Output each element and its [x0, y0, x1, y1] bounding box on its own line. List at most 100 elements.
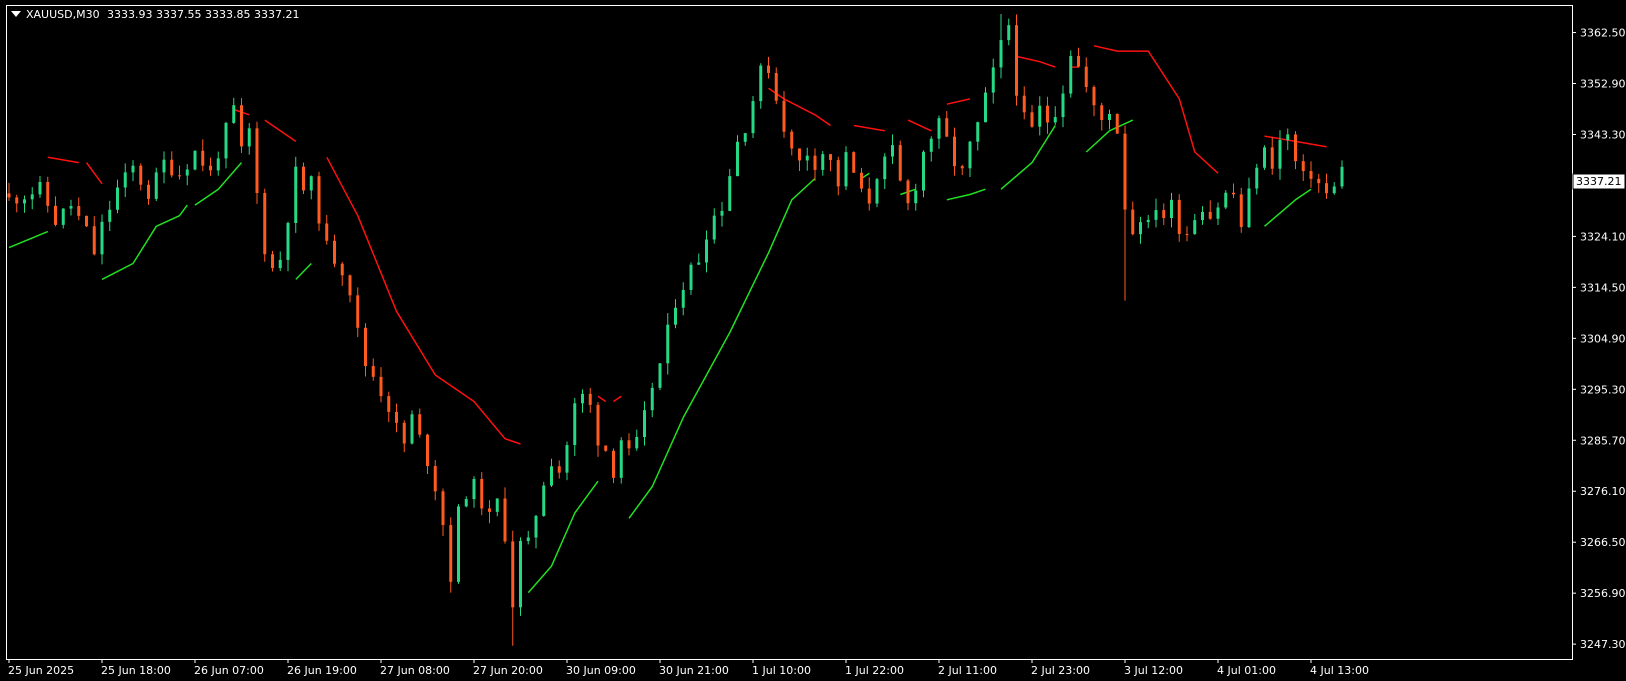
- candle-body: [898, 145, 902, 181]
- candle-body: [1247, 188, 1251, 228]
- x-tick-label: 4 Jul 01:00: [1217, 664, 1276, 677]
- candle-body: [519, 540, 522, 608]
- chart-header: XAUUSD,M30 3333.93 3337.55 3333.85 3337.…: [11, 8, 299, 21]
- candle-body: [891, 145, 894, 157]
- candle-body: [302, 166, 305, 191]
- candle-body: [604, 445, 608, 451]
- candle-body: [1270, 147, 1274, 169]
- candle-body: [1053, 117, 1057, 123]
- bear-candle: [240, 98, 243, 153]
- candle-body: [860, 172, 863, 189]
- chart-window: 3362.503352.903343.303333.703324.103314.…: [0, 0, 1626, 681]
- candle-body: [906, 180, 910, 204]
- candle-body: [503, 498, 507, 542]
- candle-body: [844, 152, 848, 187]
- candle-body: [333, 240, 336, 264]
- candle-body: [271, 254, 274, 269]
- candle-body: [1224, 192, 1228, 208]
- candle-body: [418, 414, 422, 435]
- bull-candle: [1069, 50, 1073, 98]
- candle-body: [929, 138, 933, 152]
- candle-body: [77, 206, 81, 216]
- bull-candle: [875, 177, 879, 208]
- y-tick-label: 3276.10: [1580, 485, 1626, 498]
- candle-body: [767, 65, 770, 73]
- candle-body: [984, 92, 987, 123]
- ohlc-values: 3333.93 3337.55 3333.85 3337.21: [107, 8, 299, 21]
- candle-body: [309, 176, 313, 191]
- candle-body: [23, 199, 26, 204]
- candle-body: [1208, 211, 1212, 219]
- candle-body: [1022, 95, 1026, 113]
- candle-body: [224, 122, 228, 159]
- y-tick-label: 3285.70: [1580, 434, 1626, 447]
- y-tick-label: 3304.90: [1580, 332, 1626, 345]
- candle-body: [596, 404, 600, 446]
- candle-body: [1340, 166, 1344, 187]
- candle-body: [852, 152, 856, 173]
- bull-candle: [410, 410, 414, 445]
- candle-body: [340, 263, 344, 276]
- candle-body: [1301, 161, 1305, 172]
- candle-body: [162, 159, 166, 173]
- candle-body: [402, 422, 406, 444]
- candle-body: [813, 155, 817, 170]
- candle-body: [581, 393, 584, 404]
- x-tick-label: 25 Jun 18:00: [101, 664, 171, 677]
- candle-body: [619, 440, 623, 478]
- candle-body: [1232, 192, 1235, 195]
- candle-body: [1139, 222, 1142, 235]
- candle-body: [1201, 211, 1204, 221]
- candle-body: [1332, 186, 1336, 194]
- candle-body: [875, 179, 879, 204]
- candle-body: [495, 498, 499, 512]
- candle-body: [464, 499, 468, 507]
- candle-body: [945, 118, 949, 137]
- candle-body: [193, 150, 197, 170]
- candle-body: [627, 440, 631, 449]
- y-tick-label: 3266.50: [1580, 536, 1626, 549]
- candle-body: [7, 193, 11, 198]
- candle-body: [1038, 105, 1042, 127]
- bear-candle: [263, 188, 267, 262]
- bear-candle: [449, 517, 453, 593]
- candle-body: [1255, 167, 1259, 189]
- candle-body: [356, 295, 360, 328]
- candle-body: [139, 165, 143, 185]
- candle-body: [100, 221, 104, 255]
- candle-body: [480, 478, 484, 509]
- candle-body: [1154, 210, 1158, 220]
- candle-body: [441, 491, 445, 526]
- candle-body: [782, 100, 786, 132]
- y-tick-label: 3362.50: [1580, 27, 1626, 40]
- candle-body: [542, 485, 546, 516]
- candle-body: [1177, 199, 1181, 235]
- y-tick-label: 3247.30: [1580, 638, 1626, 651]
- bull-candle: [658, 362, 662, 391]
- bull-candle: [542, 481, 546, 517]
- candle-body: [867, 188, 871, 204]
- price-chart[interactable]: 3362.503352.903343.303333.703324.103314.…: [0, 0, 1626, 681]
- candle-body: [317, 176, 321, 224]
- x-tick-label: 25 Jun 2025: [8, 664, 74, 677]
- candle-body: [1100, 105, 1104, 121]
- y-tick-label: 3256.90: [1580, 587, 1626, 600]
- x-tick-label: 3 Jul 12:00: [1124, 664, 1183, 677]
- symbol-timeframe-label: XAUUSD,M30: [26, 8, 100, 21]
- candle-body: [147, 184, 150, 199]
- candle-body: [635, 437, 639, 449]
- bull-candle: [519, 537, 522, 616]
- candle-body: [348, 275, 352, 296]
- bear-candle: [317, 171, 321, 231]
- candle-body: [232, 105, 236, 123]
- x-tick-label: 27 Jun 08:00: [380, 664, 450, 677]
- candle-body: [92, 226, 96, 255]
- candle-body: [728, 176, 732, 211]
- bear-candle: [302, 162, 305, 194]
- candle-body: [1046, 105, 1049, 123]
- bull-candle: [922, 150, 925, 198]
- x-tick-label: 27 Jun 20:00: [473, 664, 543, 677]
- candle-body: [1278, 140, 1282, 169]
- candle-body: [201, 150, 205, 166]
- candle-body: [798, 148, 801, 161]
